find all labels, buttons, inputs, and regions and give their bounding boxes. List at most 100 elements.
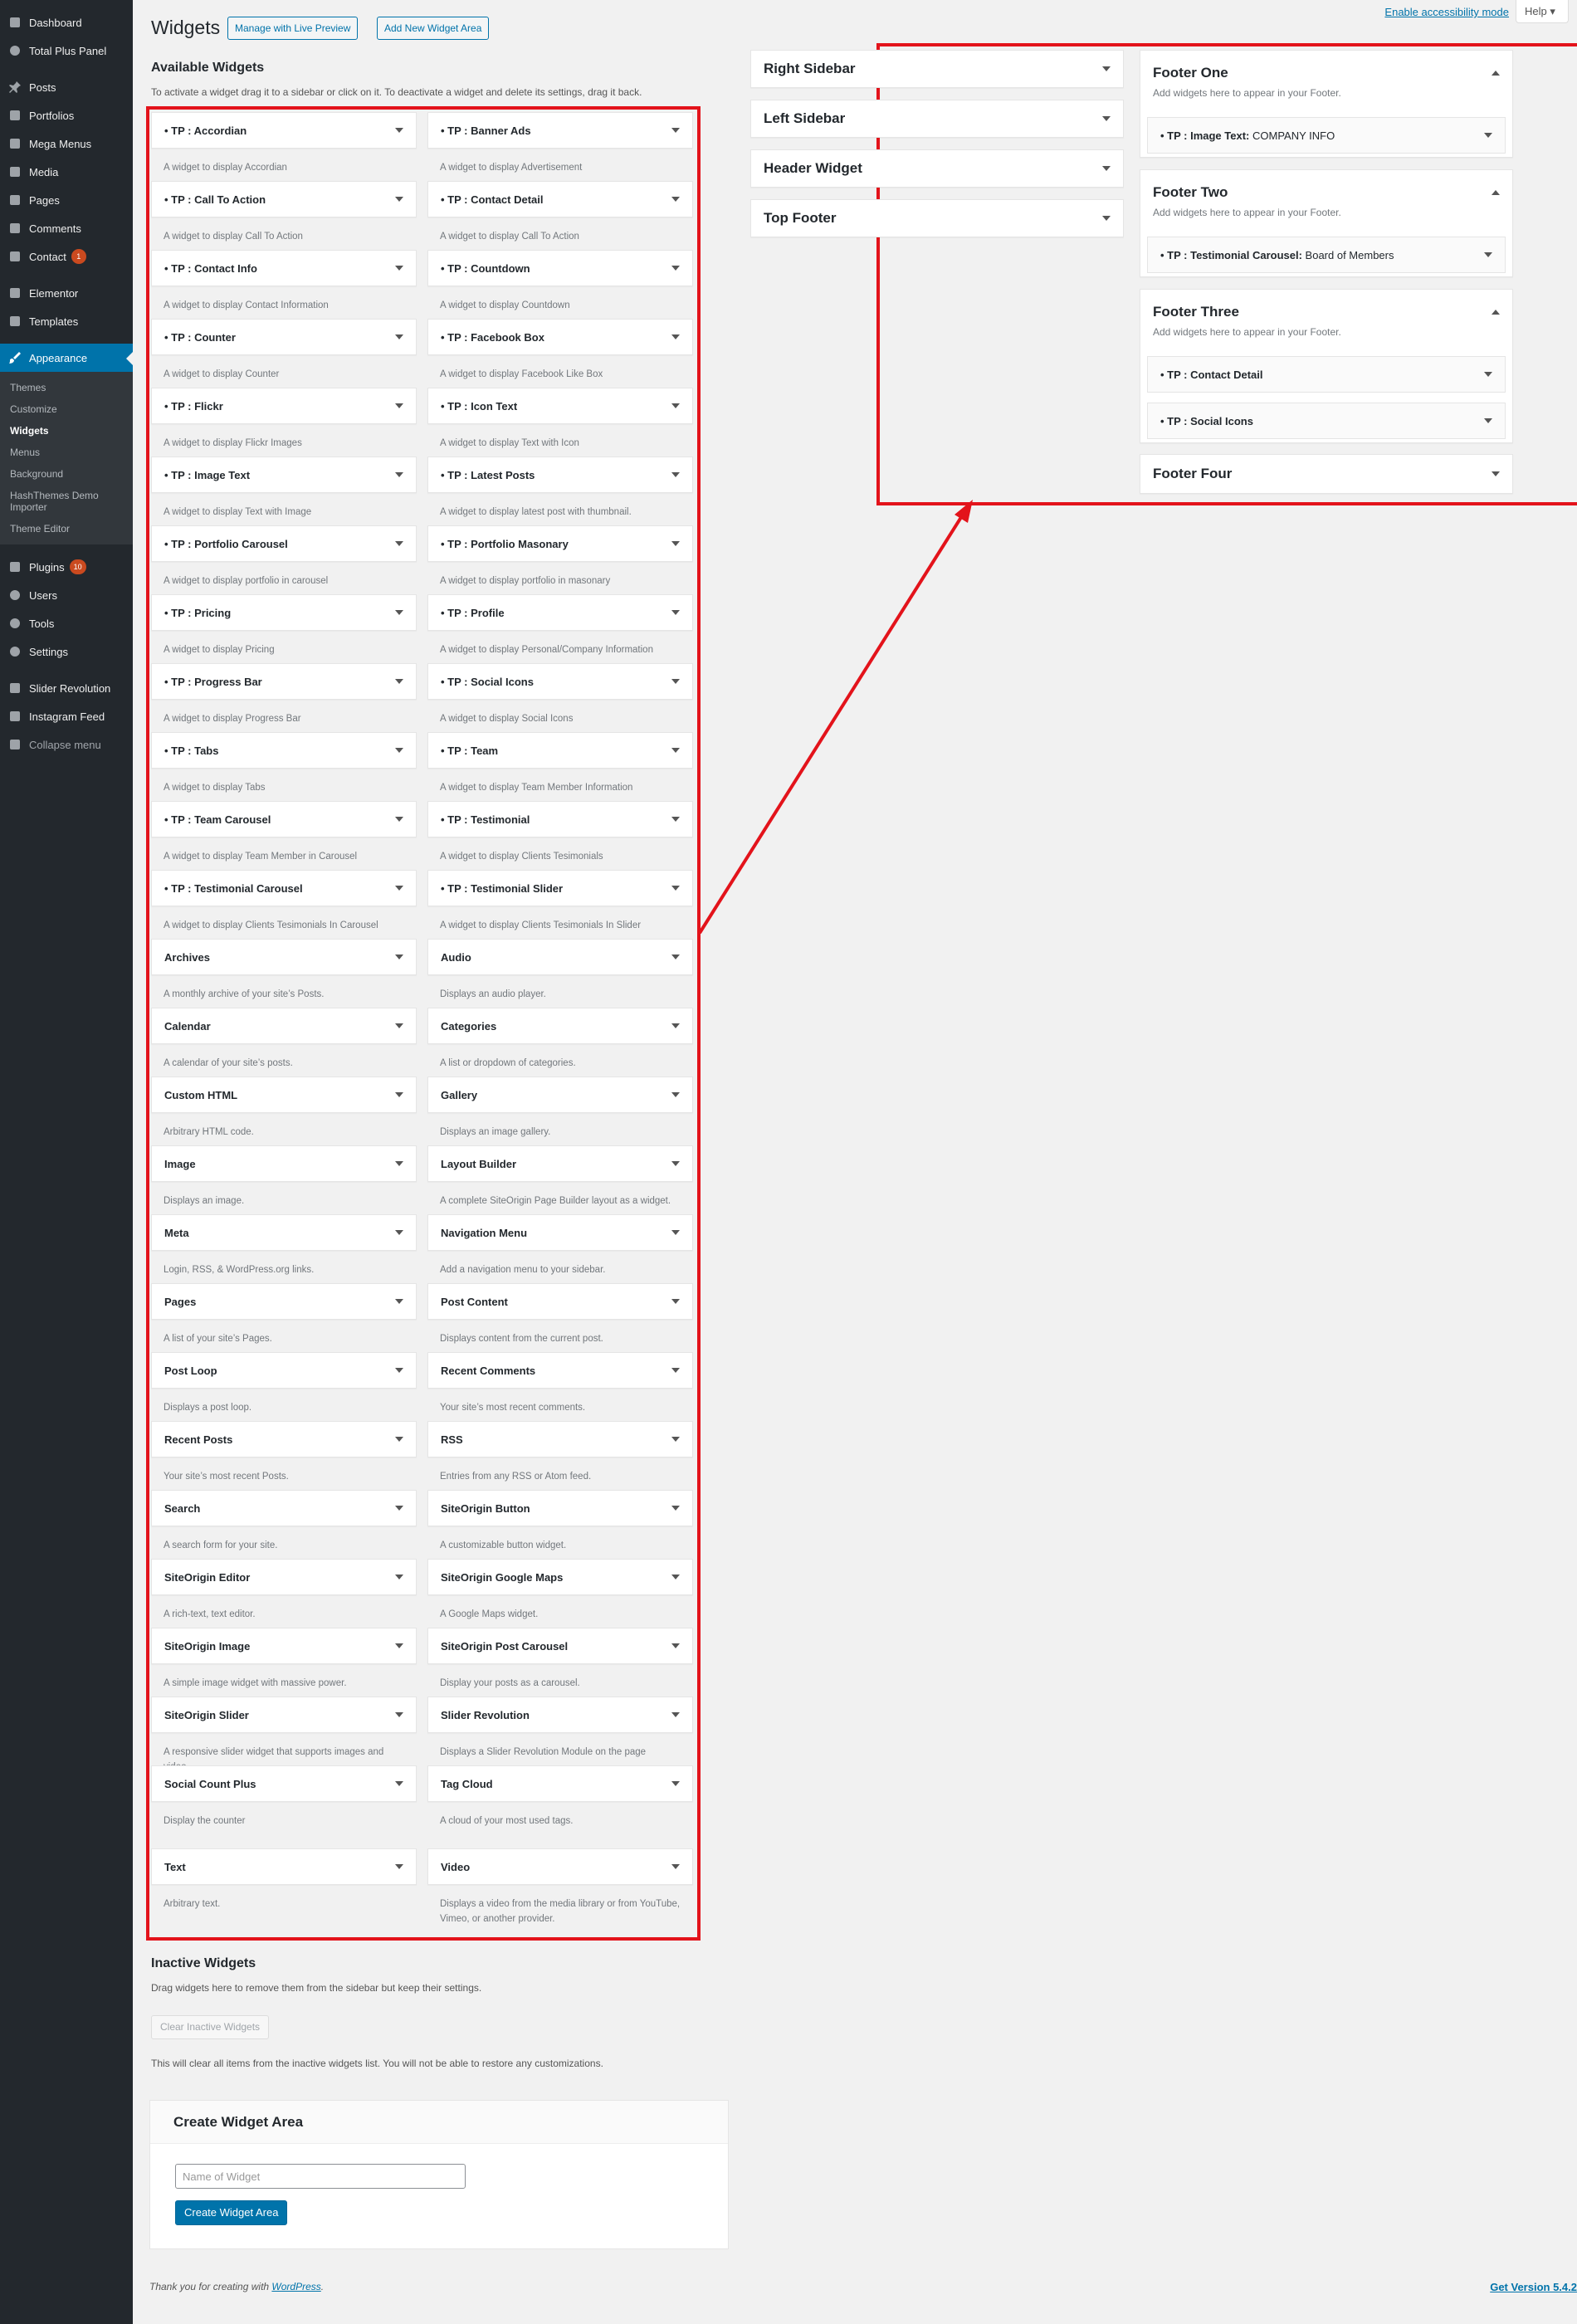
available-widget[interactable]: • TP : Social Icons A widget to display S… xyxy=(427,663,693,732)
chevron-down-icon[interactable] xyxy=(395,954,403,959)
chevron-down-icon[interactable] xyxy=(395,128,403,133)
widget-title-bar[interactable]: • TP : Tabs xyxy=(151,732,417,769)
available-widget[interactable]: Tag Cloud A cloud of your most used tags. xyxy=(427,1765,693,1834)
sidebar-item-portfolios[interactable]: Portfolios xyxy=(0,101,133,129)
available-widget[interactable]: Social Count Plus Display the counter xyxy=(151,1765,417,1834)
chevron-down-icon[interactable] xyxy=(395,1864,403,1869)
chevron-down-icon[interactable] xyxy=(671,1092,680,1097)
chevron-down-icon[interactable] xyxy=(671,610,680,615)
chevron-down-icon[interactable] xyxy=(671,266,680,271)
widget-title-bar[interactable]: Archives xyxy=(151,939,417,975)
submenu-item-hashthemes-demo-importer[interactable]: HashThemes Demo Importer xyxy=(0,485,108,518)
available-widget[interactable]: SiteOrigin Editor A rich-text, text edito… xyxy=(151,1559,417,1628)
available-widget[interactable]: Recent Posts Your site’s most recent Post… xyxy=(151,1421,417,1490)
available-widget[interactable]: Custom HTML Arbitrary HTML code. xyxy=(151,1077,417,1145)
widget-area-footer-three[interactable]: Footer Three Add widgets here to appear i… xyxy=(1140,289,1513,443)
chevron-down-icon[interactable] xyxy=(1492,471,1500,476)
widget-title-bar[interactable]: • TP : Accordian xyxy=(151,112,417,149)
version-link[interactable]: Get Version 5.4.2 xyxy=(1490,2281,1577,2293)
available-widget[interactable]: • TP : Icon Text A widget to display Text… xyxy=(427,388,693,456)
available-widget[interactable]: Video Displays a video from the media lib… xyxy=(427,1848,693,1924)
submenu-item-menus[interactable]: Menus xyxy=(0,442,133,463)
available-widget[interactable]: • TP : Progress Bar A widget to display P… xyxy=(151,663,417,732)
chevron-down-icon[interactable] xyxy=(671,1437,680,1442)
widget-area-header[interactable]: Header Widget xyxy=(751,150,1123,187)
available-widget[interactable]: • TP : Banner Ads A widget to display Adv… xyxy=(427,112,693,181)
widget-title-bar[interactable]: • TP : Counter xyxy=(151,319,417,355)
widget-title-bar[interactable]: • TP : Team xyxy=(427,732,693,769)
available-widget[interactable]: • TP : Tabs A widget to display Tabs xyxy=(151,732,417,801)
widget-title-bar[interactable]: Post Loop xyxy=(151,1352,417,1389)
chevron-down-icon[interactable] xyxy=(671,679,680,684)
available-widget[interactable]: • TP : Call To Action A widget to display… xyxy=(151,181,417,250)
chevron-down-icon[interactable] xyxy=(395,266,403,271)
widget-title-bar[interactable]: Custom HTML xyxy=(151,1077,417,1113)
chevron-down-icon[interactable] xyxy=(671,541,680,546)
sidebar-item-mega-menus[interactable]: Mega Menus xyxy=(0,129,133,158)
available-widget[interactable]: SiteOrigin Google Maps A Google Maps widg… xyxy=(427,1559,693,1628)
widget-area-header[interactable]: Left Sidebar xyxy=(751,100,1123,137)
widget-area-header[interactable]: Right Sidebar xyxy=(751,51,1123,87)
available-widget[interactable]: Post Loop Displays a post loop. xyxy=(151,1352,417,1421)
sidebar-item-plugins[interactable]: Plugins 10 xyxy=(0,553,133,581)
help-tab[interactable]: Help ▾ xyxy=(1516,0,1569,23)
accessibility-mode-link[interactable]: Enable accessibility mode xyxy=(1384,6,1509,18)
available-widget[interactable]: Recent Comments Your site’s most recent c… xyxy=(427,1352,693,1421)
available-widget[interactable]: • TP : Testimonial Slider A widget to dis… xyxy=(427,870,693,939)
available-widget[interactable]: Image Displays an image. xyxy=(151,1145,417,1214)
sidebar-item-contact[interactable]: Contact 1 xyxy=(0,242,133,271)
chevron-up-icon[interactable] xyxy=(1492,190,1500,195)
chevron-down-icon[interactable] xyxy=(671,1299,680,1304)
sidebar-item-settings[interactable]: Settings xyxy=(0,637,133,666)
chevron-down-icon[interactable] xyxy=(1102,216,1111,221)
widget-title-bar[interactable]: • TP : Contact Detail xyxy=(427,181,693,217)
chevron-up-icon[interactable] xyxy=(1492,310,1500,315)
chevron-down-icon[interactable] xyxy=(671,1864,680,1869)
chevron-down-icon[interactable] xyxy=(395,334,403,339)
chevron-down-icon[interactable] xyxy=(395,403,403,408)
available-widget[interactable]: SiteOrigin Image A simple image widget wi… xyxy=(151,1628,417,1697)
widget-title-bar[interactable]: Navigation Menu xyxy=(427,1214,693,1251)
available-widget[interactable]: Search A search form for your site. xyxy=(151,1490,417,1559)
chevron-down-icon[interactable] xyxy=(671,817,680,822)
sidebar-item-comments[interactable]: Comments xyxy=(0,214,133,242)
chevron-down-icon[interactable] xyxy=(671,197,680,202)
widget-area-left-sidebar[interactable]: Left Sidebar xyxy=(750,100,1124,138)
widget-title-bar[interactable]: • TP : Countdown xyxy=(427,250,693,286)
submenu-item-themes[interactable]: Themes xyxy=(0,377,133,398)
placed-widget[interactable]: • TP : Testimonial Carousel: Board of Me… xyxy=(1147,237,1506,273)
chevron-down-icon[interactable] xyxy=(395,1575,403,1579)
chevron-down-icon[interactable] xyxy=(395,1643,403,1648)
chevron-down-icon[interactable] xyxy=(671,1781,680,1786)
widget-title-bar[interactable]: • TP : Flickr xyxy=(151,388,417,424)
widget-area-footer-two[interactable]: Footer Two Add widgets here to appear in … xyxy=(1140,169,1513,277)
available-widget[interactable]: Slider Revolution Displays a Slider Revol… xyxy=(427,1697,693,1765)
available-widget[interactable]: • TP : Portfolio Carousel A widget to dis… xyxy=(151,525,417,594)
available-widget[interactable]: Audio Displays an audio player. xyxy=(427,939,693,1008)
sidebar-item-pages[interactable]: Pages xyxy=(0,186,133,214)
widget-title-bar[interactable]: Tag Cloud xyxy=(427,1765,693,1802)
widget-title-bar[interactable]: • TP : Portfolio Carousel xyxy=(151,525,417,562)
available-widget[interactable]: • TP : Testimonial A widget to display Cl… xyxy=(427,801,693,870)
submenu-item-widgets[interactable]: Widgets xyxy=(0,420,133,442)
available-widget[interactable]: Meta Login, RSS, & WordPress.org links. xyxy=(151,1214,417,1283)
widget-title-bar[interactable]: SiteOrigin Post Carousel xyxy=(427,1628,693,1664)
widget-title-bar[interactable]: RSS xyxy=(427,1421,693,1457)
widget-title-bar[interactable]: Text xyxy=(151,1848,417,1885)
available-widget[interactable]: • TP : Profile A widget to display Person… xyxy=(427,594,693,663)
sidebar-item-dashboard[interactable]: Dashboard xyxy=(0,8,133,37)
chevron-down-icon[interactable] xyxy=(1484,418,1492,423)
sidebar-item-total-plus-panel[interactable]: Total Plus Panel xyxy=(0,37,133,65)
available-widget[interactable]: SiteOrigin Button A customizable button w… xyxy=(427,1490,693,1559)
placed-widget[interactable]: • TP : Contact Detail xyxy=(1147,356,1506,393)
submenu-item-background[interactable]: Background xyxy=(0,463,133,485)
widget-title-bar[interactable]: Pages xyxy=(151,1283,417,1320)
chevron-down-icon[interactable] xyxy=(671,1643,680,1648)
sidebar-item-slider-revolution[interactable]: Slider Revolution xyxy=(0,674,133,702)
widget-area-header[interactable]: Footer Four xyxy=(1140,455,1512,493)
available-widget[interactable]: Navigation Menu Add a navigation menu to … xyxy=(427,1214,693,1283)
available-widget[interactable]: RSS Entries from any RSS or Atom feed. xyxy=(427,1421,693,1490)
widget-title-bar[interactable]: Calendar xyxy=(151,1008,417,1044)
available-widget[interactable]: • TP : Contact Detail A widget to display… xyxy=(427,181,693,250)
available-widget[interactable]: • TP : Countdown A widget to display Coun… xyxy=(427,250,693,319)
